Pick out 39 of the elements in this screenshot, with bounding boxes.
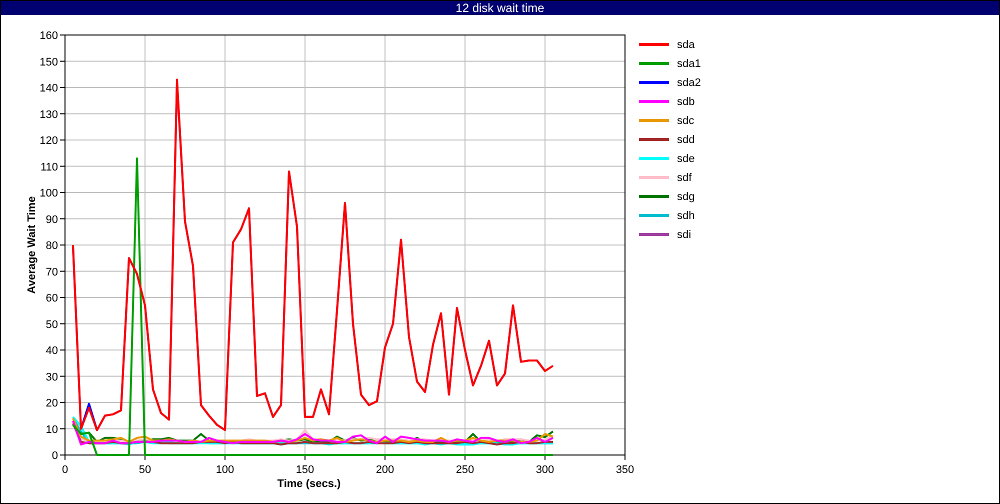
x-tick-label: 250	[456, 464, 474, 476]
y-tick-label: 60	[46, 292, 58, 304]
x-axis-title: Time (secs.)	[277, 478, 341, 490]
x-tick-label: 0	[62, 464, 68, 476]
legend-label: sdc	[677, 115, 694, 127]
y-tick-label: 70	[46, 266, 58, 278]
y-tick-label: 90	[46, 214, 58, 226]
y-tick-label: 130	[40, 108, 58, 121]
x-tick-label: 350	[616, 464, 634, 476]
legend-label: sdd	[677, 134, 695, 146]
y-tick-label: 110	[40, 161, 58, 174]
x-tick-label: 150	[296, 464, 314, 476]
x-tick-label: 300	[536, 464, 554, 476]
y-tick-label: 0	[52, 450, 58, 462]
x-tick-label: 50	[138, 464, 152, 476]
legend-label: sdi	[677, 229, 692, 241]
x-tick-label: 200	[376, 464, 394, 476]
legend-label: sdh	[677, 210, 695, 222]
legend-label: sde	[677, 153, 695, 165]
y-tick-label: 160	[40, 30, 58, 42]
legend-label: sdb	[677, 96, 695, 108]
y-tick-label: 40	[46, 345, 58, 357]
y-tick-label: 10	[46, 424, 58, 436]
window-title: 12 disk wait time	[1, 1, 999, 15]
y-axis-title: Average Wait Time	[26, 196, 38, 294]
y-tick-label: 20	[46, 398, 58, 410]
legend-label: sda2	[677, 77, 701, 89]
legend-label: sdg	[677, 191, 695, 203]
y-tick-label: 120	[40, 135, 58, 147]
y-tick-label: 100	[40, 188, 58, 200]
x-tick-label: 100	[216, 464, 234, 476]
y-tick-label: 140	[40, 82, 58, 94]
y-tick-label: 80	[46, 240, 58, 252]
legend-label: sda	[677, 39, 695, 51]
y-tick-label: 50	[46, 318, 58, 331]
y-tick-label: 150	[40, 56, 58, 68]
legend-label: sda1	[677, 58, 701, 70]
y-tick-label: 30	[46, 371, 58, 384]
legend-label: sdf	[677, 172, 692, 184]
